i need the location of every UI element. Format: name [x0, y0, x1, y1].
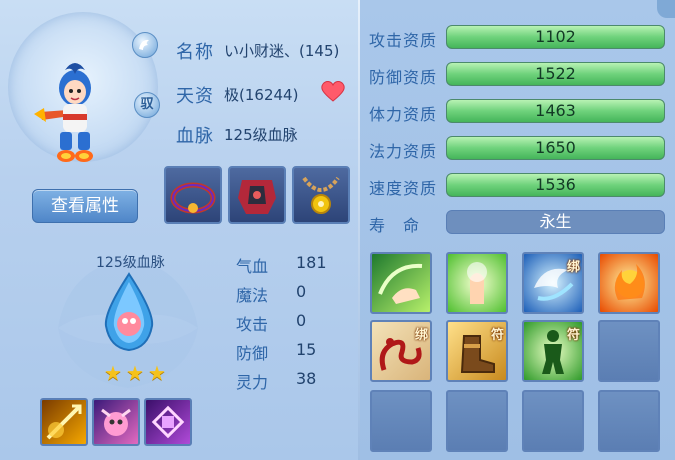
skill-slot-3[interactable]: 绑: [522, 252, 584, 314]
bloodline-star-icon: ★: [104, 361, 122, 385]
skill-tag-6: 符: [490, 328, 504, 343]
stat-label-defense: 防御: [236, 344, 269, 363]
bloodline-star-icon: ★: [148, 361, 166, 385]
stat-value-attack: 0: [296, 311, 307, 330]
life-label: 寿 命: [369, 216, 421, 235]
skill-slot-5[interactable]: 绑: [370, 320, 432, 382]
talent-label: 天资: [176, 86, 214, 107]
golden-arrow-skill-icon: [46, 404, 82, 440]
aptitude-label-speed: 速度资质: [369, 179, 438, 198]
talent-value: 极(16244): [224, 86, 299, 104]
skill-slot-11[interactable]: [522, 390, 584, 452]
aptitude-label-defense: 防御资质: [369, 68, 438, 87]
skill-slot-1[interactable]: [370, 252, 432, 314]
aptitude-bar-mana: 1650: [446, 136, 665, 160]
stat-value-spirit: 38: [296, 369, 317, 388]
palm-light-skill-icon: [467, 262, 487, 304]
aptitude-bar-stamina: 1463: [446, 99, 665, 123]
skill-slot-4[interactable]: [598, 252, 660, 314]
aptitude-bar-speed: 1536: [446, 173, 665, 197]
bloodline-gem-icon[interactable]: [98, 272, 160, 352]
left-panel: 驭 查看属性 名称 い小财迷、(145) 天资 极(16244) 血脉 125级…: [0, 0, 358, 460]
ride-button[interactable]: 驭: [134, 92, 160, 118]
skill-slot-7[interactable]: 符: [522, 320, 584, 382]
dragon-emblem-icon: [139, 39, 149, 50]
bloodline-skill-1[interactable]: [40, 398, 88, 446]
equipment-slot-armor[interactable]: [228, 166, 286, 224]
aptitude-value-stamina: 1463: [535, 101, 576, 120]
skill-slot-10[interactable]: [446, 390, 508, 452]
skill-slot-6[interactable]: 符: [446, 320, 508, 382]
close-corner-button[interactable]: [657, 0, 675, 18]
stat-value-mp: 0: [296, 282, 307, 301]
view-attributes-button[interactable]: 查看属性: [32, 189, 138, 223]
skill-slot-12[interactable]: [598, 390, 660, 452]
hand-wind-skill-icon: [378, 263, 423, 304]
fire-orb-skill-icon: [614, 264, 645, 300]
name-value: い小财迷、(145): [224, 42, 340, 60]
bloodline-skill-2[interactable]: [92, 398, 140, 446]
life-value: 永生: [446, 210, 665, 234]
bloodline-star-icon: ★: [126, 361, 144, 385]
skill-slot-2[interactable]: [446, 252, 508, 314]
pet-info-panel: 驭 查看属性 名称 い小财迷、(145) 天资 极(16244) 血脉 125级…: [0, 0, 675, 460]
stat-value-defense: 15: [296, 340, 317, 359]
aptitude-label-stamina: 体力资质: [369, 105, 438, 124]
necklace-equipment-icon: [302, 176, 340, 214]
dragon-emblem-button[interactable]: [132, 32, 158, 58]
skill-tag-5: 绑: [414, 328, 428, 343]
collar-equipment-icon: [170, 182, 216, 214]
ride-button-label: 驭: [140, 97, 154, 112]
aptitude-value-defense: 1522: [535, 64, 576, 83]
skill-slot-9[interactable]: [370, 390, 432, 452]
equipment-slot-collar[interactable]: [164, 166, 222, 224]
aptitude-bar-attack: 1102: [446, 25, 665, 49]
skill-tag-7: 符: [566, 328, 580, 343]
favorite-heart-icon[interactable]: [320, 80, 346, 102]
aptitude-value-mana: 1650: [535, 138, 576, 157]
pet-portrait-icon[interactable]: [30, 60, 120, 170]
stat-label-attack: 攻击: [236, 315, 269, 334]
aptitude-label-attack: 攻击资质: [369, 31, 438, 50]
bloodline-level-title: 125级血脉: [96, 255, 165, 271]
skill-slot-8[interactable]: [598, 320, 660, 382]
bloodline-label: 血脉: [176, 126, 214, 147]
armor-equipment-icon: [238, 180, 276, 214]
bloodline-skill-3[interactable]: [144, 398, 192, 446]
stat-label-hp: 气血: [236, 257, 269, 276]
name-label: 名称: [176, 42, 214, 63]
pink-beast-skill-icon: [101, 408, 131, 436]
bloodline-value: 125级血脉: [224, 126, 298, 144]
purple-rune-skill-icon: [151, 405, 185, 439]
stat-label-spirit: 灵力: [236, 373, 269, 392]
aptitude-bar-defense: 1522: [446, 62, 665, 86]
skill-tag-3: 绑: [566, 260, 580, 275]
equipment-slot-necklace[interactable]: [292, 166, 350, 224]
aptitude-label-mana: 法力资质: [369, 142, 438, 161]
aptitude-value-attack: 1102: [535, 27, 576, 46]
stat-label-mp: 魔法: [236, 286, 269, 305]
stat-value-hp: 181: [296, 253, 327, 272]
aptitude-value-speed: 1536: [535, 175, 576, 194]
